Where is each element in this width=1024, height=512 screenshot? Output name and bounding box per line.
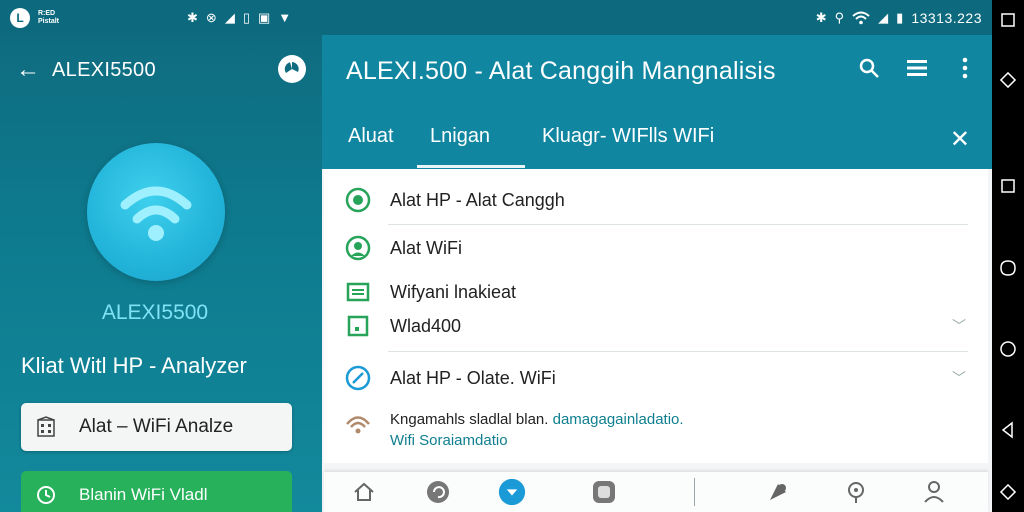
refresh-icon xyxy=(37,486,55,504)
assistant-icon[interactable] xyxy=(996,256,1020,280)
list-item[interactable]: Alat HP - Alat Canggh xyxy=(324,185,969,215)
square-icon xyxy=(344,312,372,340)
list-item-label: Alat HP - Alat Canggh xyxy=(390,189,565,210)
app-name: Kliat Witl HP - Analyzer xyxy=(21,353,247,378)
close-icon[interactable]: ✕ xyxy=(950,125,970,154)
device-name: ALEXI5500 xyxy=(101,301,209,324)
recent-apps-icon[interactable] xyxy=(996,174,1020,198)
wifi-small-icon: ▼ xyxy=(278,10,292,25)
tab-wifi[interactable]: Kluagr- WIFlls WIFi xyxy=(542,125,714,148)
right-panel: ALEXI.500 - Alat Canggih Mangnalisis Alu… xyxy=(322,35,992,512)
screen: L R:ED Pistalt ✱ ⊗ ◢ ▯ ▣ ▼ ✱ ⚲ ◢ ▮ 13313… xyxy=(0,0,1024,512)
rotate-icon[interactable] xyxy=(996,480,1020,504)
battery-icon: ▮ xyxy=(896,9,904,25)
wifi-icon[interactable] xyxy=(87,143,225,281)
tool-list: Alat HP - Alat Canggh Alat WiFi Wifyani … xyxy=(324,169,988,463)
wifi-analyzer-label: Alat – WiFi Analze xyxy=(79,416,234,437)
clock: 13313.223 xyxy=(911,9,982,26)
chevron-down-icon[interactable]: ﹀ xyxy=(949,368,969,388)
wifi-scan-fab-icon[interactable] xyxy=(498,478,526,506)
tab-indicator xyxy=(417,165,525,168)
list-item[interactable]: Alat WiFi xyxy=(324,233,969,263)
status-tiny-line1: R:ED xyxy=(38,9,56,17)
bluetooth-icon: ✱ xyxy=(815,9,827,25)
left-panel: ← ALEXI5500 ALEXI5500 Kliat Witl HP - An… xyxy=(0,35,322,512)
system-nav-bar xyxy=(992,0,1024,512)
ad-line1: Kngamahls sladlal blan. xyxy=(390,411,553,428)
rotate-icon[interactable] xyxy=(996,68,1020,92)
compass-icon xyxy=(344,364,372,392)
ad-line2[interactable]: Wifi Soraiamdatio xyxy=(390,432,508,449)
bottom-nav xyxy=(324,471,988,512)
sim-icon: ▣ xyxy=(257,9,271,25)
page-title: ALEXI.500 - Alat Canggih Mangnalisis xyxy=(346,57,776,85)
circle-check-icon xyxy=(344,186,372,214)
history-icon[interactable] xyxy=(424,478,452,506)
divider xyxy=(388,351,968,352)
wifi-signal-icon xyxy=(344,410,372,438)
signal-icon: ◢ xyxy=(224,9,235,25)
signal-icon: ◢ xyxy=(878,9,889,25)
status-bar: L R:ED Pistalt ✱ ⊗ ◢ ▯ ▣ ▼ ✱ ⚲ ◢ ▮ 13313… xyxy=(0,0,992,35)
list-item-label: Wifyani lnakieat xyxy=(390,281,517,302)
list-item[interactable]: Alat HP - Olate. WiFi ﹀ xyxy=(324,363,969,393)
back-button-icon[interactable] xyxy=(996,418,1020,442)
status-bar-left: L R:ED Pistalt ✱ ⊗ ◢ ▯ ▣ ▼ xyxy=(10,7,292,28)
bluetooth-icon: ✱ xyxy=(187,9,198,25)
back-arrow-icon[interactable]: ← xyxy=(16,56,40,84)
battery-icon: ▯ xyxy=(242,9,250,25)
ad-line1-highlight[interactable]: damagagainladatio. xyxy=(553,411,684,428)
wifi-scan-label: Blanin WiFi Vladl xyxy=(79,485,208,504)
home-button-icon[interactable] xyxy=(996,337,1020,361)
status-bar-right: ✱ ⚲ ◢ ▮ 13313.223 xyxy=(816,10,982,26)
wifi-signal-icon xyxy=(852,11,870,24)
data-icon: ⊗ xyxy=(205,9,217,25)
location-icon[interactable] xyxy=(842,478,870,506)
toolbar: ALEXI.500 - Alat Canggih Mangnalisis Alu… xyxy=(322,35,992,169)
list-item-label: Wlad400 xyxy=(390,315,462,336)
wifi-analyzer-button[interactable]: Alat – WiFi Analze xyxy=(21,403,292,451)
left-header: ← ALEXI5500 xyxy=(16,55,306,85)
profile-icon[interactable] xyxy=(920,478,948,506)
more-vert-icon[interactable] xyxy=(952,55,978,81)
list-item-label: Alat HP - Olate. WiFi xyxy=(390,367,556,388)
user-circle-icon xyxy=(344,234,372,262)
toolbar-actions xyxy=(856,55,978,81)
ad-text: Kngamahls sladlal blan. damagagainladati… xyxy=(390,409,684,451)
home-icon[interactable] xyxy=(350,478,378,506)
location-icon: ⚲ xyxy=(834,9,845,25)
list-icon[interactable] xyxy=(904,55,930,81)
status-tiny-line2: Pistalt xyxy=(38,17,60,25)
list-item[interactable]: Wifyani lnakieat xyxy=(324,277,969,307)
tab-aluat[interactable]: Aluat xyxy=(348,125,394,148)
left-title: ALEXI5500 xyxy=(52,58,156,81)
speed-gauge-icon[interactable] xyxy=(278,55,306,83)
app-logo-icon: L xyxy=(10,7,30,28)
chevron-down-icon[interactable]: ﹀ xyxy=(949,316,969,336)
wifi-scan-button[interactable]: Blanin WiFi Vladl xyxy=(21,471,292,512)
map-pin-icon[interactable] xyxy=(764,478,792,506)
list-item[interactable]: Wlad400 ﹀ xyxy=(324,311,969,341)
list-item-label: Alat WiFi xyxy=(390,237,462,258)
tab-lnigan[interactable]: Lnigan xyxy=(430,125,490,148)
app-icon[interactable] xyxy=(590,478,618,506)
divider xyxy=(694,478,695,506)
tab-bar: Aluat Lnigan Kluagr- WIFlls WIFi ✕ xyxy=(322,115,992,169)
rectangle-icon[interactable] xyxy=(996,8,1020,32)
status-tiny-text: R:ED Pistalt xyxy=(38,10,59,26)
document-icon xyxy=(344,278,372,306)
divider xyxy=(388,224,968,225)
search-icon[interactable] xyxy=(856,55,882,81)
building-icon xyxy=(37,416,55,437)
